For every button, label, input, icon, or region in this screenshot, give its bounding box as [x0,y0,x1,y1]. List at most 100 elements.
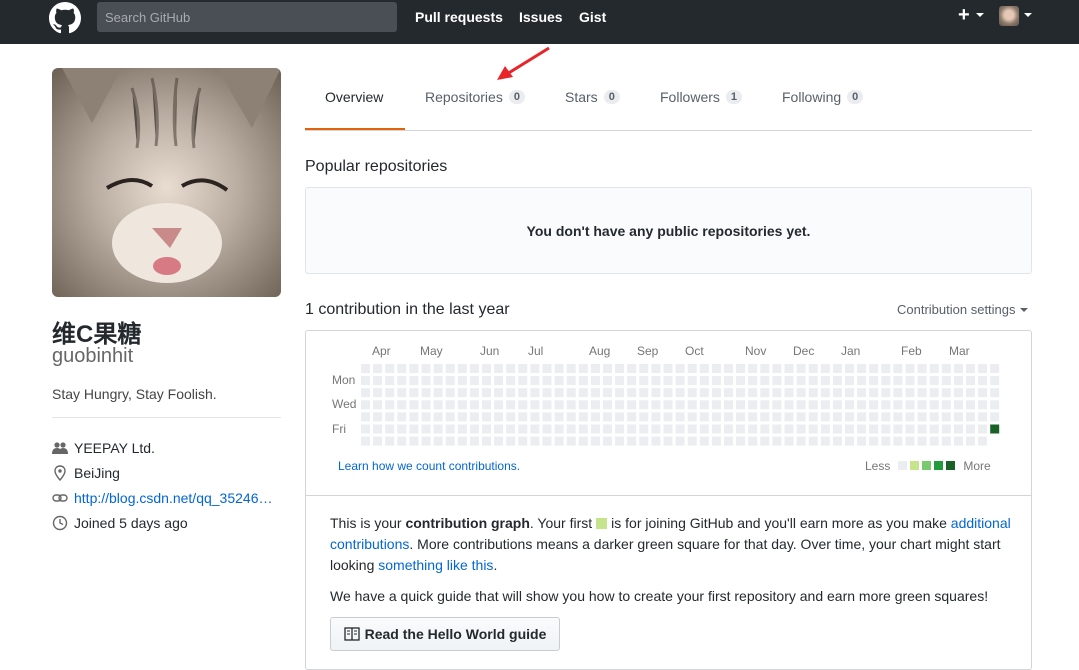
contribution-day[interactable] [881,424,891,434]
contribution-day[interactable] [421,424,431,434]
contribution-day[interactable] [675,400,685,410]
contribution-day[interactable] [953,424,963,434]
contribution-day[interactable] [518,376,528,386]
contribution-day[interactable] [869,364,879,373]
contribution-day[interactable] [627,400,637,410]
contribution-day[interactable] [905,412,915,422]
contribution-day[interactable] [457,400,467,410]
contribution-day[interactable] [699,400,709,410]
contribution-day[interactable] [542,412,552,422]
contribution-day[interactable] [941,388,951,398]
contribution-day[interactable] [724,436,733,446]
contribution-day[interactable] [639,388,649,398]
contribution-day[interactable] [832,412,842,422]
contribution-day[interactable] [966,436,975,446]
contribution-day[interactable] [978,436,988,446]
contribution-day[interactable] [627,388,637,398]
contribution-day[interactable] [808,424,818,434]
contribution-day[interactable] [494,364,504,373]
contribution-day[interactable] [772,424,782,434]
contribution-day[interactable] [603,412,612,422]
contribution-day[interactable] [675,364,685,373]
contribution-day[interactable] [760,436,770,446]
contribution-day[interactable] [421,400,431,410]
contribution-day[interactable] [929,412,939,422]
contribution-day[interactable] [578,364,588,373]
contribution-day[interactable] [736,364,746,373]
contribution-day[interactable] [433,376,443,386]
contribution-day[interactable] [699,424,709,434]
contribution-day[interactable] [748,388,758,398]
contribution-day[interactable] [457,376,467,386]
contribution-day[interactable] [457,388,467,398]
contribution-day[interactable] [845,424,854,434]
contribution-day[interactable] [675,376,685,386]
contribution-day[interactable] [857,424,867,434]
contribution-day[interactable] [796,376,806,386]
contribution-day[interactable] [772,376,782,386]
contribution-day[interactable] [433,424,443,434]
contribution-day[interactable] [748,364,758,373]
contribution-day[interactable] [409,412,419,422]
contribution-day[interactable] [542,376,552,386]
contribution-day[interactable] [978,376,988,386]
contribution-day[interactable] [482,400,491,410]
contribution-day[interactable] [554,424,564,434]
contribution-day[interactable] [675,436,685,446]
contribution-day[interactable] [929,400,939,410]
contribution-day[interactable] [978,400,988,410]
contribution-day[interactable] [385,400,395,410]
contribution-day[interactable] [675,388,685,398]
contribution-day[interactable] [845,400,854,410]
contribution-day[interactable] [578,376,588,386]
contribution-settings-dropdown[interactable]: Contribution settings [897,302,1028,317]
tab-overview[interactable]: Overview [325,89,383,105]
contribution-day[interactable] [457,436,467,446]
contribution-day[interactable] [530,364,540,373]
contribution-day[interactable] [361,364,370,373]
contribution-day[interactable] [796,400,806,410]
contribution-day[interactable] [845,376,854,386]
contribution-day[interactable] [724,400,733,410]
contribution-day[interactable] [857,400,867,410]
contribution-day[interactable] [433,364,443,373]
contribution-day[interactable] [494,400,504,410]
contribution-day[interactable] [772,436,782,446]
contribution-day[interactable] [615,364,625,373]
contribution-day[interactable] [905,376,915,386]
contribution-day[interactable] [409,436,419,446]
contribution-day[interactable] [941,424,951,434]
contribution-day[interactable] [409,400,419,410]
contribution-day[interactable] [433,388,443,398]
contribution-day[interactable] [518,424,528,434]
contribution-day[interactable] [845,436,854,446]
contribution-day[interactable] [385,424,395,434]
contribution-day[interactable] [663,364,673,373]
contribution-day[interactable] [433,400,443,410]
contribution-day[interactable] [881,436,891,446]
contribution-day[interactable] [953,376,963,386]
contribution-day[interactable] [361,424,370,434]
contribution-day[interactable] [724,364,733,373]
contribution-day[interactable] [506,436,516,446]
contribution-day[interactable] [566,412,576,422]
contribution-day[interactable] [651,424,661,434]
contribution-day[interactable] [796,388,806,398]
contribution-day[interactable] [796,424,806,434]
contribution-day[interactable] [373,376,383,386]
contribution-day[interactable] [615,400,625,410]
contribution-day[interactable] [445,424,455,434]
contribution-day[interactable] [482,412,491,422]
contribution-day[interactable] [518,364,528,373]
contribution-day[interactable] [699,364,709,373]
contribution-day[interactable] [966,400,975,410]
contribution-day[interactable] [651,376,661,386]
contribution-day[interactable] [808,400,818,410]
contribution-day[interactable] [663,424,673,434]
contribution-day[interactable] [784,412,794,422]
contribution-day[interactable] [506,400,516,410]
contribution-day[interactable] [433,436,443,446]
contribution-day[interactable] [941,364,951,373]
contribution-day[interactable] [748,412,758,422]
contribution-day[interactable] [760,388,770,398]
